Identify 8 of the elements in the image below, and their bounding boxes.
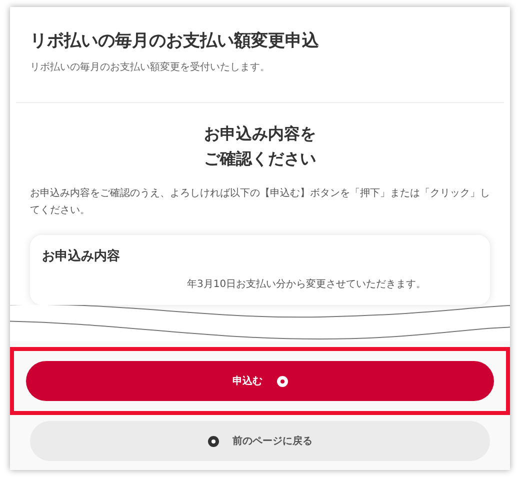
apply-button[interactable]: 申込む <box>26 361 494 401</box>
instruction-text: お申込み内容をご確認のうえ、よろしければ以下の【申込む】ボタンを「押下」または「クリック」してください。 <box>30 186 490 218</box>
details-note: 年3月10日お支払い分から変更させていただきます。 <box>187 278 428 291</box>
page-subtitle: リボ払いの毎月のお支払い額変更を受付いたします。 <box>30 60 271 74</box>
confirm-heading: お申込み内容を ご確認ください <box>203 123 317 170</box>
page-title: リボ払いの毎月のお支払い額変更申込 <box>30 30 320 52</box>
back-button[interactable]: 前のページに戻る <box>30 421 490 461</box>
details-title: お申込み内容 <box>42 248 121 265</box>
